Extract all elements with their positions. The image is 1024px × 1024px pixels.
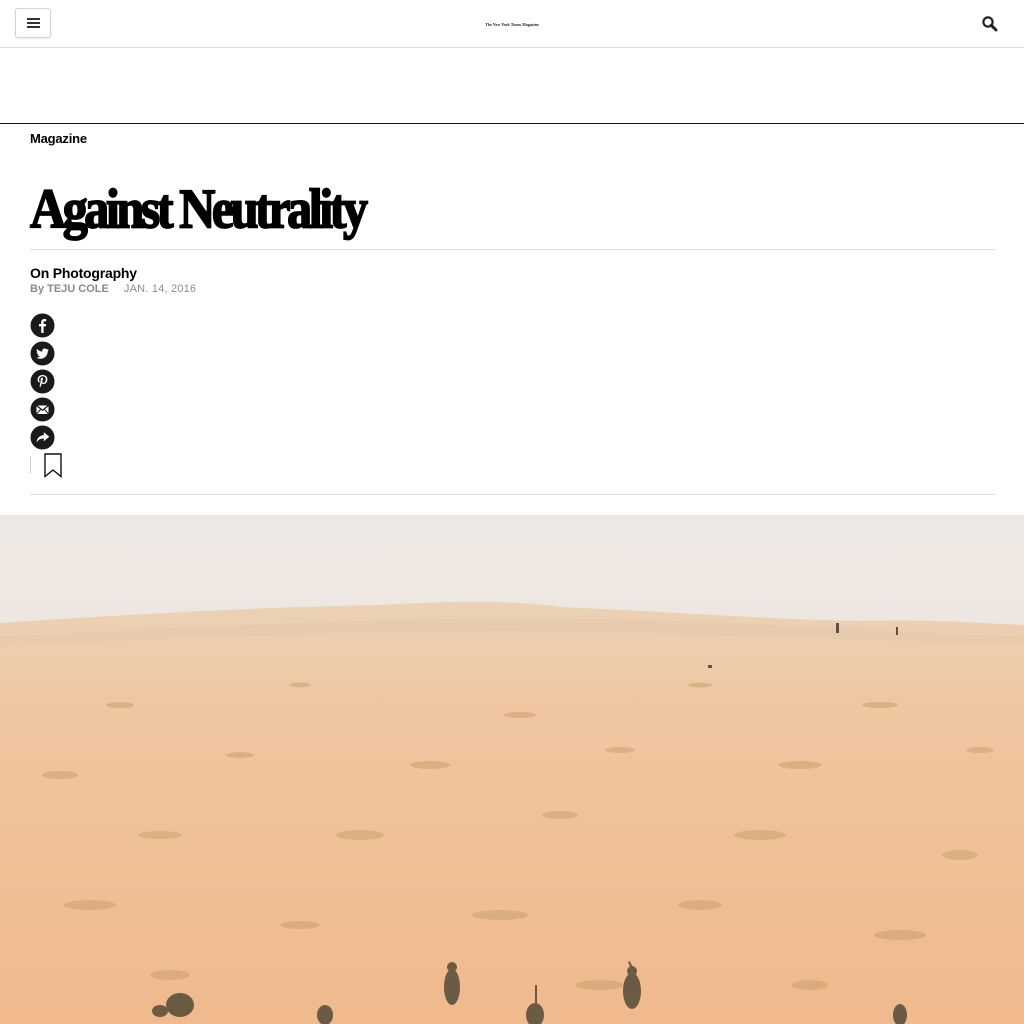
save-article-button[interactable] bbox=[44, 453, 62, 478]
search-button[interactable] bbox=[980, 14, 1000, 34]
publish-date: JAN. 14, 2016 bbox=[123, 283, 197, 295]
column-name[interactable]: On Photography bbox=[30, 265, 137, 281]
ad-placeholder bbox=[0, 48, 1024, 124]
divider bbox=[30, 494, 995, 495]
author-link[interactable]: TEJU COLE bbox=[47, 283, 109, 295]
divider bbox=[30, 456, 31, 473]
divider bbox=[30, 249, 995, 250]
facebook-icon bbox=[30, 313, 55, 338]
twitter-icon bbox=[30, 341, 55, 366]
hamburger-menu-icon bbox=[27, 18, 40, 20]
share-more-icon bbox=[30, 425, 55, 450]
menu-button[interactable] bbox=[15, 8, 51, 38]
search-icon bbox=[982, 16, 998, 32]
share-facebook-button[interactable] bbox=[30, 313, 55, 338]
byline-prefix: By bbox=[30, 283, 45, 295]
hero-photo bbox=[0, 515, 1024, 1024]
pinterest-icon bbox=[30, 369, 55, 394]
share-pinterest-button[interactable] bbox=[30, 369, 55, 394]
masthead-logo[interactable]: The New York Times Magazine bbox=[462, 18, 562, 30]
share-more-button[interactable] bbox=[30, 425, 55, 450]
byline: By TEJU COLE JAN. 14, 2016 bbox=[30, 283, 196, 295]
email-icon bbox=[30, 397, 55, 422]
share-twitter-button[interactable] bbox=[30, 341, 55, 366]
bookmark-icon bbox=[44, 453, 62, 478]
section-label[interactable]: Magazine bbox=[30, 131, 87, 146]
top-navigation-bar: The New York Times Magazine bbox=[0, 0, 1024, 48]
share-email-button[interactable] bbox=[30, 397, 55, 422]
article-headline: Against Neutrality bbox=[29, 176, 369, 241]
desert-soldiers-photo bbox=[0, 515, 1024, 1024]
